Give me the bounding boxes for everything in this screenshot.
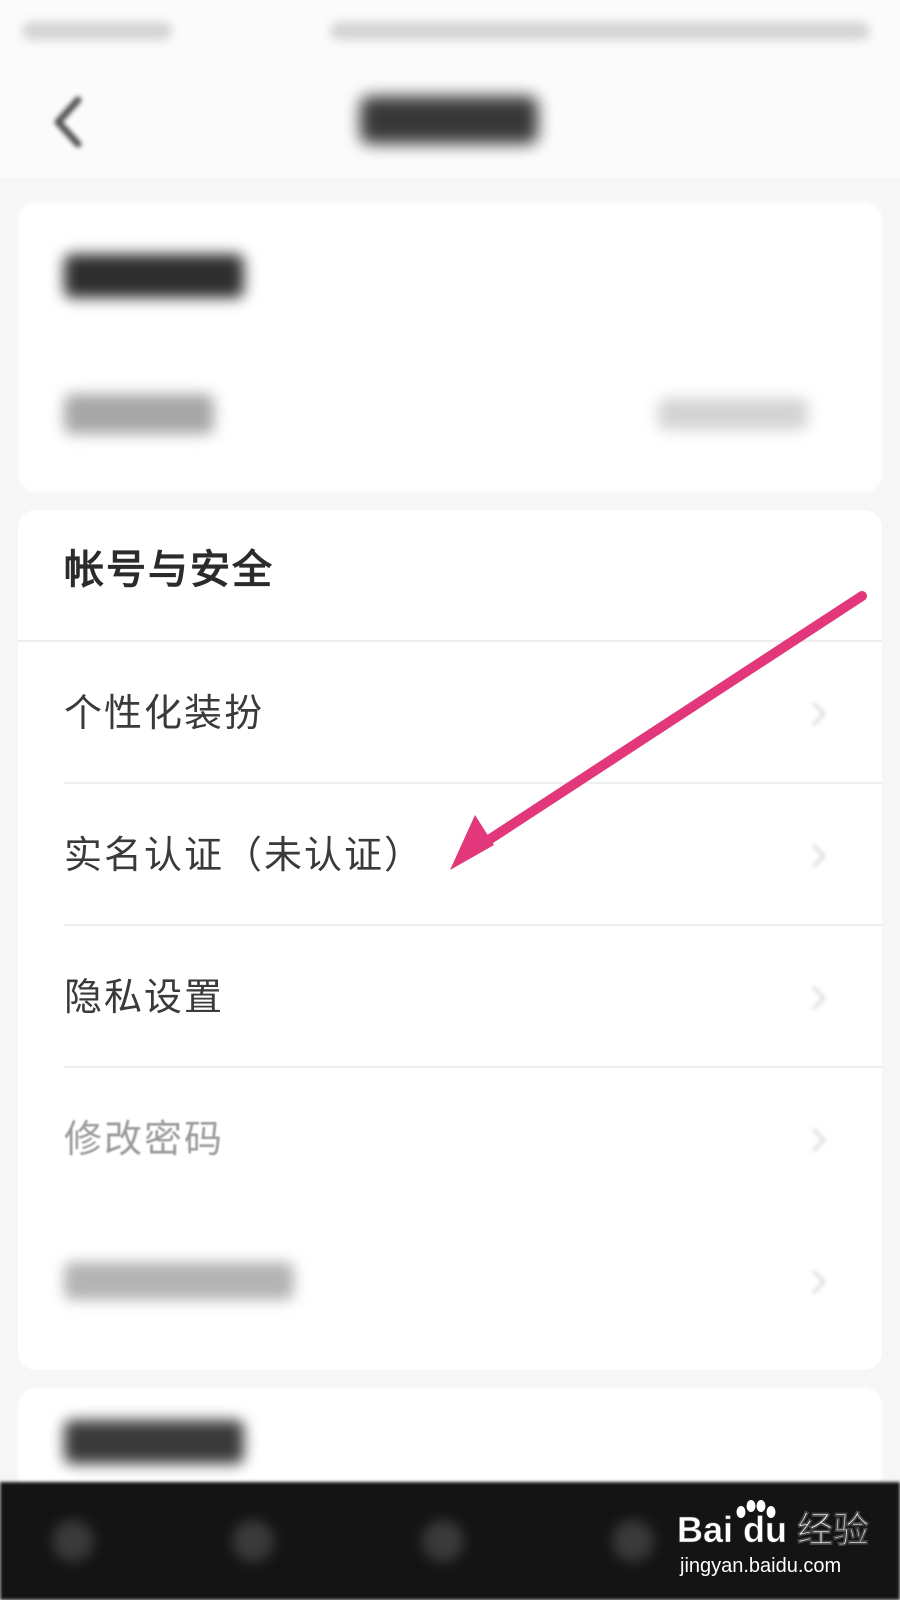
row-personalized-theme[interactable]: 个性化装扮 [18,642,882,784]
watermark-url: jingyan.baidu.com [679,1555,841,1577]
nav-discover-icon[interactable] [232,1520,274,1562]
app-header [0,62,900,177]
chevron-right-icon [812,844,827,868]
row-real-name-verification[interactable]: 实名认证（未认证） [18,784,882,926]
row-label: 修改密码 [64,1117,225,1161]
account-security-card: 帐号与安全 个性化装扮 实名认证（未认证） 隐私设置 修改密码 [18,510,882,1370]
status-icons [330,22,870,40]
top-settings-card [18,202,882,492]
top-row-value [658,398,808,430]
section-title: 帐号与安全 [64,547,274,593]
nav-message-icon[interactable] [422,1520,464,1562]
row-label [64,1262,294,1300]
row-privacy-settings[interactable]: 隐私设置 [18,926,882,1068]
chevron-right-icon [812,1270,827,1294]
baidu-jingyan-watermark: Bai du 经验 jingyan.baidu.com [677,1500,869,1577]
back-icon[interactable] [44,92,96,152]
status-bar [0,0,900,62]
bottom-section-title [64,1420,244,1464]
row-blurred-item[interactable] [18,1210,882,1352]
row-label: 隐私设置 [64,975,225,1019]
page-title [360,96,538,144]
nav-home-icon[interactable] [52,1520,94,1562]
carrier-info [22,22,172,40]
row-change-password[interactable]: 修改密码 [18,1068,882,1210]
row-label: 个性化装扮 [64,691,265,735]
top-row-label[interactable] [64,394,214,434]
chevron-right-icon [812,1128,827,1152]
row-label: 实名认证（未认证） [64,833,425,877]
chevron-right-icon [812,986,827,1010]
watermark-brand: Bai du 经验 [677,1509,869,1550]
top-section-title [64,254,244,298]
chevron-right-icon [812,702,827,726]
nav-profile-icon[interactable] [612,1520,654,1562]
